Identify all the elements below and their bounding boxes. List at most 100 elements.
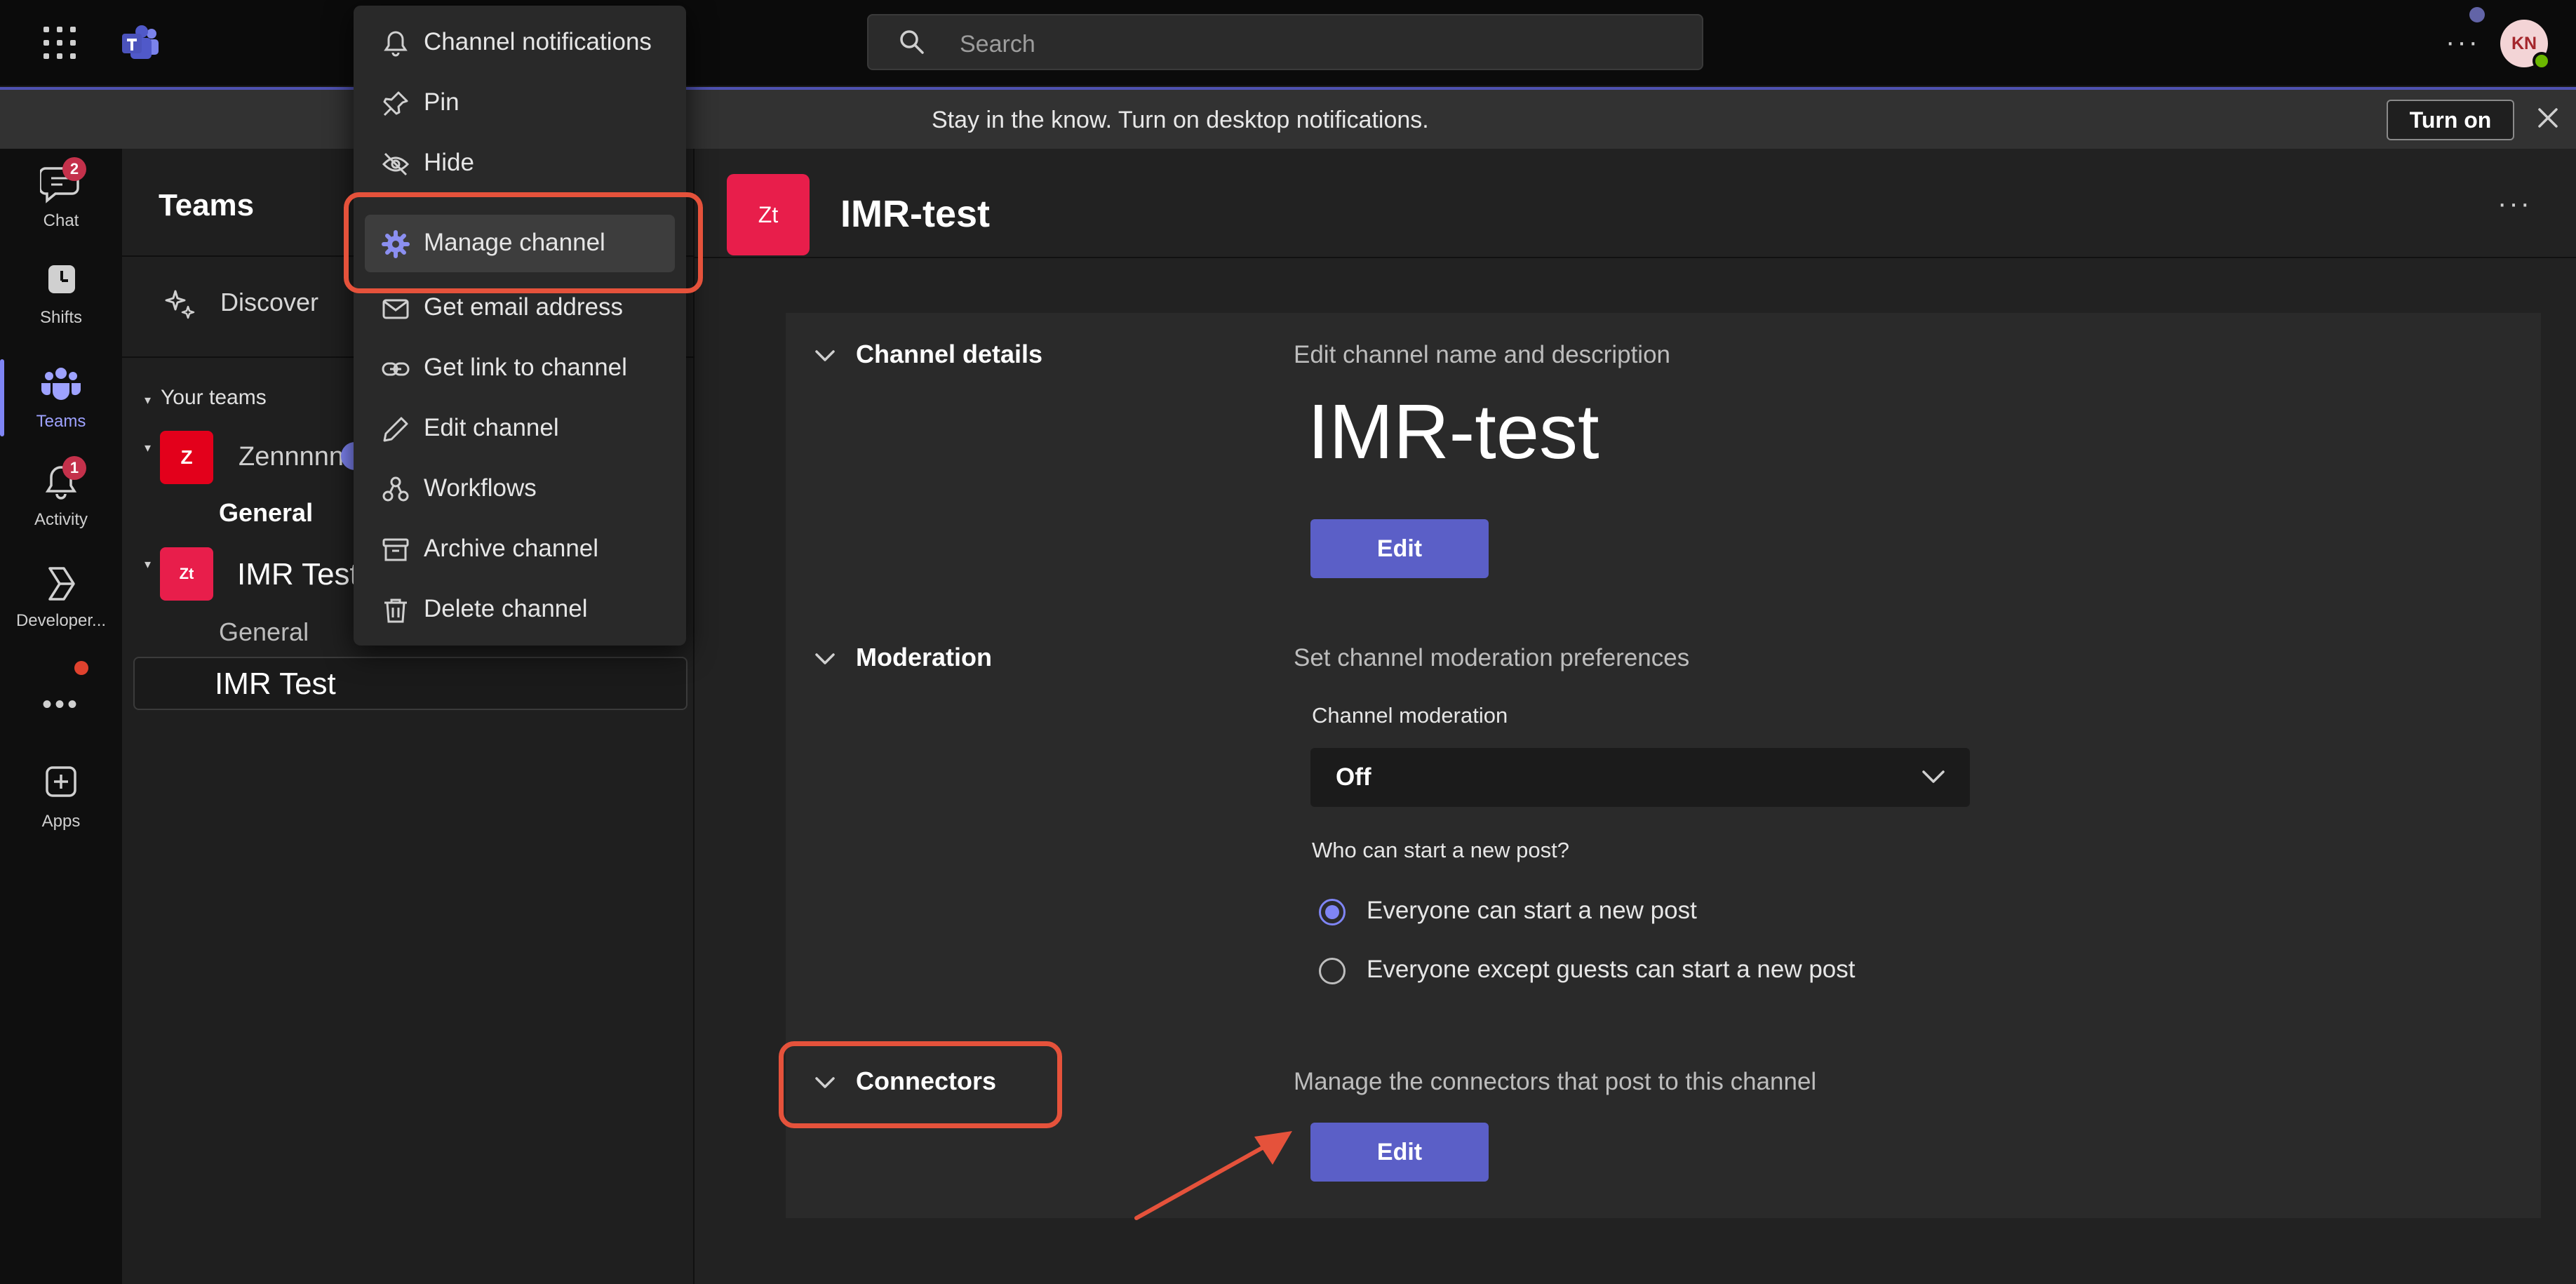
rail-label-developer: Developer... [15,611,107,630]
menu-item-label: Pin [424,88,459,116]
pin-icon [383,91,408,116]
menu-item-label: Workflows [424,474,537,502]
channel-title: IMR-test [840,193,990,235]
channel-more-button[interactable]: ··· [2497,188,2532,220]
rail-item-developer[interactable]: Developer... [0,564,122,631]
eye-off-icon [382,152,410,176]
menu-item-edit-channel[interactable]: Edit channel [365,400,675,457]
chevron-down-icon [1922,770,1945,783]
discover-label: Discover [220,288,319,316]
menu-item-channel-notifications[interactable]: Channel notifications [365,14,675,72]
menu-item-get-link-to-channel[interactable]: Get link to channel [365,340,675,397]
channel-item-imr-test[interactable]: IMR Test [133,657,687,710]
rail-label-activity: Activity [34,510,88,529]
team-name: Zennnnn [239,442,344,472]
collapse-caret-icon: ▾ [145,393,152,407]
menu-item-label: Channel notifications [424,28,652,55]
moderation-field-label: Channel moderation [1312,703,1508,728]
channel-item-general[interactable]: General [219,617,309,647]
sparkle-icon [165,290,195,319]
activity-badge: 1 [62,456,86,480]
radio-selected-icon [1319,898,1346,925]
section-moderation[interactable]: Moderation [814,643,992,672]
link-icon [382,362,410,376]
more-options-button[interactable]: ··· [2446,28,2480,56]
chat-badge: 2 [62,157,86,181]
section-heading: Channel details [856,340,1043,368]
your-teams-header[interactable]: ▾ Your teams [145,386,267,410]
search-placeholder: Search [960,31,1035,58]
notification-dot [2469,7,2485,22]
team-avatar-initials: Z [180,446,193,468]
channel-avatar-initials: Zt [758,202,779,227]
edit-connectors-button[interactable]: Edit [1310,1123,1489,1182]
app-rail: 2 Chat Shifts Teams 1 Activity Developer… [0,149,122,1284]
avatar-initials: KN [2511,34,2537,53]
rail-label-chat: Chat [43,211,79,230]
expand-caret-icon: ▾ [145,441,152,455]
turn-on-button[interactable]: Turn on [2387,100,2514,140]
rail-item-apps[interactable]: Apps [0,765,122,831]
teams-icon [40,365,82,404]
trash-icon [384,598,407,623]
radio-everyone-except-guests[interactable]: Everyone except guests can start a new p… [1319,956,1856,984]
bell-icon [384,31,408,57]
rail-label-teams: Teams [36,412,86,431]
section-description: Manage the connectors that post to this … [1294,1068,1817,1095]
unread-dot [74,661,88,675]
app-launcher-icon[interactable] [43,27,76,59]
expand-caret-icon: ▾ [145,557,152,571]
radio-label: Everyone except guests can start a new p… [1367,956,1856,983]
channel-item-general[interactable]: General [219,498,313,528]
presence-available-icon [2533,52,2551,70]
post-permission-question: Who can start a new post? [1312,838,1570,862]
teams-pane-title: Teams [159,188,255,222]
select-value: Off [1336,763,1371,791]
more-apps-button[interactable]: ••• [42,689,80,721]
bell-icon: 1 [40,456,86,502]
chevron-down-icon [815,653,835,665]
edit-channel-details-button[interactable]: Edit [1310,519,1489,578]
header-divider [695,257,2576,258]
menu-item-pin[interactable]: Pin [365,74,675,132]
chat-icon: 2 [39,157,86,203]
team-name: IMR Test [237,557,358,591]
channel-name: IMR Test [215,667,336,701]
rail-item-activity[interactable]: 1 Activity [0,456,122,530]
your-teams-label: Your teams [161,386,267,409]
user-avatar[interactable]: KN [2500,20,2551,70]
menu-item-delete-channel[interactable]: Delete channel [365,581,675,638]
highlight-connectors [779,1041,1062,1128]
pencil-icon [383,417,408,442]
close-icon[interactable] [2535,105,2561,131]
radio-everyone[interactable]: Everyone can start a new post [1319,897,1697,925]
search-icon [900,30,924,54]
archive-icon [382,538,409,561]
rail-item-chat[interactable]: 2 Chat [0,157,122,231]
menu-item-label: Archive channel [424,535,599,562]
rail-item-teams[interactable]: Teams [0,365,122,432]
rail-item-shifts[interactable]: Shifts [0,261,122,328]
mail-icon [382,299,409,319]
search-box[interactable]: Search [867,14,1703,70]
menu-item-label: Hide [424,149,474,176]
plus-square-icon [40,765,82,804]
chevron-down-icon [815,350,835,362]
radio-label: Everyone can start a new post [1367,897,1697,924]
team-avatar: Zt [160,547,213,601]
section-heading: Moderation [856,643,992,671]
section-description: Edit channel name and description [1294,341,1671,368]
discover-link[interactable]: Discover [164,288,318,319]
annotation-arrow-icon [1134,1131,1292,1220]
section-channel-details[interactable]: Channel details [814,340,1042,369]
menu-item-hide[interactable]: Hide [365,135,675,192]
channel-avatar: Zt [727,174,810,255]
rail-label-apps: Apps [41,812,81,831]
moderation-select[interactable]: Off [1310,748,1970,807]
section-description: Set channel moderation preferences [1294,644,1690,671]
menu-item-archive-channel[interactable]: Archive channel [365,521,675,578]
channel-name-display: IMR-test [1308,389,1599,475]
team-avatar: Z [160,431,213,484]
team-avatar-initials: Zt [179,565,194,582]
menu-item-workflows[interactable]: Workflows [365,460,675,518]
